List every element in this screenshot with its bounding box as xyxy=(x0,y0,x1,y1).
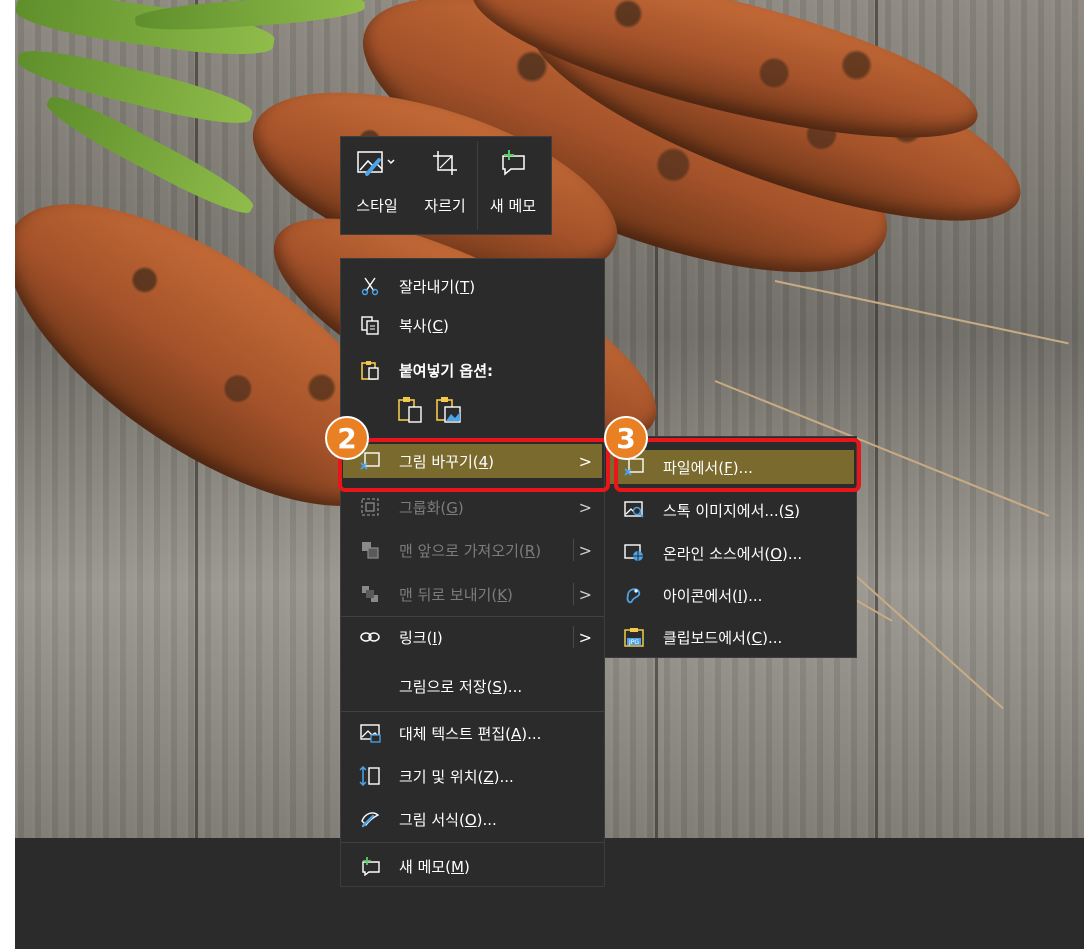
new-comment-icon xyxy=(359,855,381,877)
icons-icon xyxy=(623,584,645,606)
paste-icon xyxy=(359,359,381,381)
chevron-right-icon: > xyxy=(578,584,592,604)
paste-options-header: 붙여넣기 옵션: xyxy=(343,353,602,387)
style-label: 스타일 xyxy=(356,197,398,215)
menu-item-bring-to-front[interactable]: 맨 앞으로 가져오기(R) > xyxy=(343,533,602,567)
menu-item-new-comment[interactable]: 새 메모(M) xyxy=(343,849,602,883)
copy-icon xyxy=(359,314,381,336)
svg-text:JPG: JPG xyxy=(628,639,639,646)
menu-separator xyxy=(341,616,604,617)
split-divider xyxy=(573,539,574,561)
step-badge-2: 2 xyxy=(325,416,369,460)
style-button[interactable]: 스타일 xyxy=(341,137,413,234)
clipboard-jpg-icon: JPG xyxy=(623,626,645,648)
format-picture-icon xyxy=(359,808,381,830)
new-comment-icon xyxy=(497,145,529,181)
split-divider xyxy=(573,583,574,605)
menu-separator xyxy=(341,842,604,843)
menu-separator xyxy=(341,711,604,712)
split-divider xyxy=(573,626,574,648)
alt-text-icon xyxy=(359,722,381,744)
bring-to-front-icon xyxy=(359,539,381,561)
crop-button[interactable]: 자르기 xyxy=(413,137,477,234)
paste-as-picture-icon[interactable] xyxy=(435,395,463,429)
menu-item-format-picture[interactable]: 그림 서식(O)... xyxy=(343,802,602,836)
new-comment-label: 새 메모 xyxy=(489,197,537,215)
online-source-icon xyxy=(623,542,645,564)
menu-item-link[interactable]: 링크(I) > xyxy=(343,620,602,654)
chevron-right-icon: > xyxy=(578,540,592,560)
callout-change-picture xyxy=(338,438,610,492)
step-badge-3: 3 xyxy=(604,416,648,460)
submenu-item-from-icons[interactable]: 아이콘에서(I)... xyxy=(607,578,854,612)
menu-item-send-to-back[interactable]: 맨 뒤로 보내기(K) > xyxy=(343,577,602,611)
crop-icon xyxy=(430,145,460,181)
scissors-icon xyxy=(359,275,381,297)
group-icon xyxy=(359,496,381,518)
menu-item-size-position[interactable]: 크기 및 위치(Z)... xyxy=(343,759,602,793)
link-icon xyxy=(359,626,381,648)
menu-item-edit-alt-text[interactable]: 대체 텍스트 편집(A)... xyxy=(343,716,602,750)
picture-style-icon xyxy=(355,145,399,181)
mini-toolbar: 스타일 자르기 새 메모 xyxy=(340,136,552,235)
stock-images-icon xyxy=(623,499,645,521)
callout-from-file xyxy=(614,438,861,492)
chevron-right-icon: > xyxy=(578,497,592,517)
submenu-item-from-clipboard[interactable]: JPG 클립보드에서(C)... xyxy=(607,620,854,654)
size-position-icon xyxy=(359,765,381,787)
menu-item-group[interactable]: 그룹화(G) > xyxy=(343,490,602,524)
new-comment-toolbar-button[interactable]: 새 메모 xyxy=(478,137,548,234)
crop-label: 자르기 xyxy=(424,197,466,215)
submenu-item-from-stock[interactable]: 스톡 이미지에서...(S) xyxy=(607,493,854,527)
context-menu: 잘라내기(T) 복사(C) 붙여넣기 옵션: 그림 바꾸기(4) > 그룹화(G… xyxy=(340,258,605,887)
menu-item-cut[interactable]: 잘라내기(T) xyxy=(343,269,602,303)
paste-option-buttons xyxy=(397,395,463,429)
menu-item-copy[interactable]: 복사(C) xyxy=(343,308,602,342)
chevron-right-icon: > xyxy=(578,627,592,647)
paste-keep-source-icon[interactable] xyxy=(397,395,425,429)
send-to-back-icon xyxy=(359,583,381,605)
menu-item-save-as-picture[interactable]: 그림으로 저장(S)... xyxy=(343,669,602,703)
submenu-item-from-online[interactable]: 온라인 소스에서(O)... xyxy=(607,536,854,570)
